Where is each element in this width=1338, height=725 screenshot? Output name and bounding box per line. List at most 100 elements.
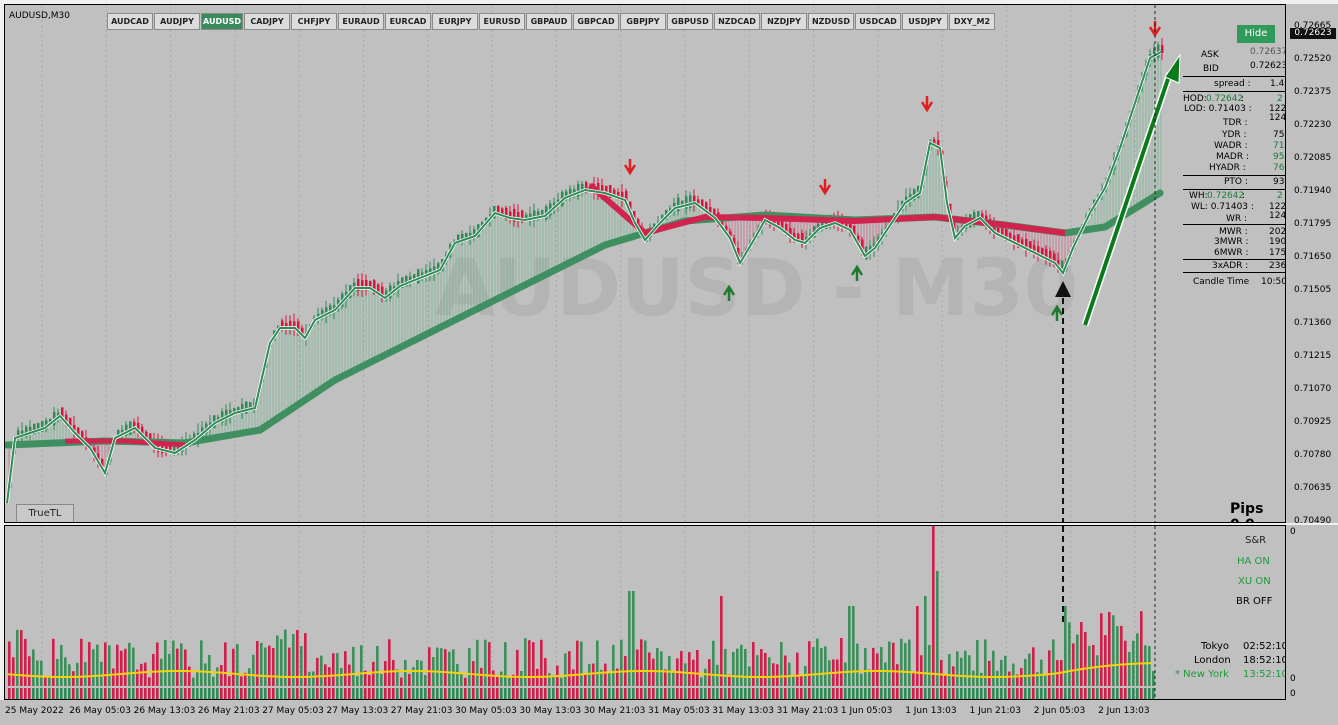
symbol-button-nzdcad[interactable]: NZDCAD bbox=[714, 13, 760, 30]
symbol-button-gbpusd[interactable]: GBPUSD bbox=[667, 13, 713, 30]
indicator-axis-top: 0 bbox=[1290, 527, 1296, 537]
symbol-button-dxy_m2[interactable]: DXY_M2 bbox=[949, 13, 995, 30]
symbol-button-eurusd[interactable]: EURUSD bbox=[479, 13, 525, 30]
direction-strip-cell bbox=[172, 688, 175, 699]
volume-bar bbox=[356, 676, 359, 686]
symbol-button-cadjpy[interactable]: CADJPY bbox=[244, 13, 290, 30]
direction-strip-cell bbox=[420, 688, 423, 699]
session-tokyo-name: Tokyo bbox=[1201, 641, 1229, 652]
volume-bar bbox=[1148, 646, 1151, 686]
price-chart-pane[interactable]: AUDUSD - M30 AUDUSD,M30 AUDCAD AUDJPY AUDU… bbox=[4, 4, 1286, 523]
volume-bar bbox=[184, 649, 187, 686]
volume-bar bbox=[320, 655, 323, 686]
session-london-name: London bbox=[1194, 655, 1231, 666]
volume-bar bbox=[696, 649, 699, 686]
ha-toggle[interactable]: HA ON bbox=[1237, 556, 1270, 567]
sr-toggle[interactable]: S&R bbox=[1245, 535, 1266, 546]
direction-strip-cell bbox=[500, 688, 503, 699]
direction-strip-cell bbox=[48, 688, 51, 699]
direction-strip-cell bbox=[388, 688, 391, 699]
volume-bar bbox=[912, 672, 915, 686]
volume-bar bbox=[36, 660, 39, 686]
volume-bar bbox=[928, 645, 931, 686]
volume-bar bbox=[968, 655, 971, 686]
direction-strip-cell bbox=[384, 688, 387, 699]
symbol-button-euraud[interactable]: EURAUD bbox=[338, 13, 384, 30]
xu-toggle[interactable]: XU ON bbox=[1238, 576, 1271, 587]
volume-bar bbox=[1072, 643, 1075, 686]
volume-bar bbox=[528, 640, 531, 686]
wh-label: WH: bbox=[1189, 191, 1208, 201]
symbol-button-chfjpy[interactable]: CHFJPY bbox=[291, 13, 337, 30]
direction-strip-cell bbox=[196, 688, 199, 699]
hyadr-value: 76 bbox=[1273, 163, 1285, 173]
direction-strip-cell bbox=[76, 688, 79, 699]
direction-strip-cell bbox=[52, 688, 55, 699]
volume-bar bbox=[532, 642, 535, 686]
volume-bar bbox=[196, 672, 199, 686]
spread-label: spread : bbox=[1214, 79, 1251, 89]
volume-bar bbox=[132, 647, 135, 686]
wr-label: WR : bbox=[1226, 214, 1248, 224]
direction-strip-cell bbox=[128, 688, 131, 699]
symbol-button-eurjpy[interactable]: EURJPY bbox=[432, 13, 478, 30]
direction-strip-cell bbox=[824, 688, 827, 699]
direction-strip-cell bbox=[1048, 688, 1051, 699]
truetl-button[interactable]: TrueTL bbox=[16, 504, 74, 522]
symbol-button-usdjpy[interactable]: USDJPY bbox=[902, 13, 948, 30]
volume-bar bbox=[568, 651, 571, 686]
volume-bar bbox=[796, 652, 799, 686]
direction-strip-cell bbox=[724, 688, 727, 699]
direction-strip-cell bbox=[880, 688, 883, 699]
symbol-button-audjpy[interactable]: AUDJPY bbox=[154, 13, 200, 30]
direction-strip-cell bbox=[1060, 688, 1063, 699]
volume-bar bbox=[732, 651, 735, 686]
volume-bar bbox=[460, 674, 463, 686]
direction-strip-cell bbox=[316, 688, 319, 699]
symbol-button-gbpjpy[interactable]: GBPJPY bbox=[620, 13, 666, 30]
direction-strip-cell bbox=[1104, 688, 1107, 699]
symbol-button-audusd[interactable]: AUDUSD bbox=[201, 13, 243, 30]
direction-strip-cell bbox=[708, 688, 711, 699]
symbol-button-usdcad[interactable]: USDCAD bbox=[855, 13, 901, 30]
volume-bar bbox=[340, 667, 343, 686]
volume-bar bbox=[824, 646, 827, 686]
direction-strip-cell bbox=[808, 688, 811, 699]
price-tick: 0.71360 bbox=[1294, 318, 1332, 328]
br-toggle[interactable]: BR OFF bbox=[1236, 596, 1272, 607]
hide-button[interactable]: Hide bbox=[1237, 25, 1275, 43]
volume-bar bbox=[788, 662, 791, 686]
direction-strip-cell bbox=[520, 688, 523, 699]
direction-strip-cell bbox=[1120, 688, 1123, 699]
volume-bar bbox=[384, 661, 387, 686]
symbol-button-audcad[interactable]: AUDCAD bbox=[107, 13, 153, 30]
price-axis[interactable]: 0.72665 0.72520 0.72375 0.72230 0.72085 0.719… bbox=[1286, 4, 1338, 526]
volume-bar bbox=[1052, 639, 1055, 686]
volume-bar bbox=[856, 643, 859, 686]
price-tick: 0.71650 bbox=[1294, 252, 1332, 262]
direction-strip-cell bbox=[704, 688, 707, 699]
direction-strip-cell bbox=[548, 688, 551, 699]
direction-strip-cell bbox=[224, 688, 227, 699]
volume-bar bbox=[612, 644, 615, 686]
volume-bar bbox=[656, 648, 659, 686]
direction-strip-cell bbox=[648, 688, 651, 699]
volume-bar bbox=[248, 668, 251, 686]
symbol-button-nzdusd[interactable]: NZDUSD bbox=[808, 13, 854, 30]
symbol-button-gbpaud[interactable]: GBPAUD bbox=[526, 13, 572, 30]
volume-bar bbox=[524, 638, 527, 686]
direction-strip-cell bbox=[660, 688, 663, 699]
direction-strip-cell bbox=[784, 688, 787, 699]
volume-bar bbox=[844, 662, 847, 686]
divider bbox=[1183, 272, 1285, 273]
symbol-button-eurcad[interactable]: EURCAD bbox=[385, 13, 431, 30]
volume-bar bbox=[456, 663, 459, 686]
session-london-time: 18:52:10 bbox=[1243, 655, 1286, 666]
symbol-button-nzdjpy[interactable]: NZDJPY bbox=[761, 13, 807, 30]
volume-indicator-pane[interactable]: S&R HA ON XU ON BR OFF Tokyo 02:52:10 Lo… bbox=[4, 525, 1286, 700]
symbol-button-gbpcad[interactable]: GBPCAD bbox=[573, 13, 619, 30]
volume-bar bbox=[452, 649, 455, 686]
direction-strip-cell bbox=[1116, 688, 1119, 699]
volume-bar bbox=[916, 606, 919, 686]
time-axis[interactable]: 25 May 2022 26 May 05:03 26 May 13:03 26 Ma… bbox=[0, 700, 1338, 725]
